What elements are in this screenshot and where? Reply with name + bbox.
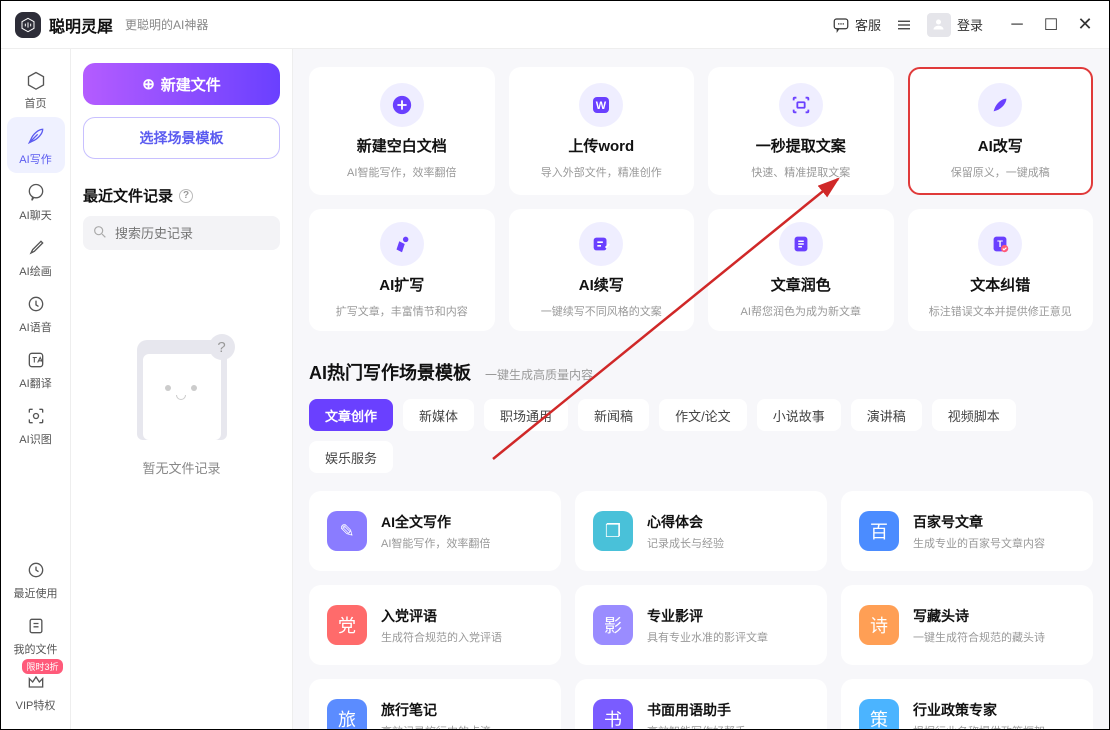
template-icon: 诗 — [859, 605, 899, 645]
word-icon: W — [579, 83, 623, 127]
template-card[interactable]: 影 专业影评具有专业水准的影评文章 — [575, 585, 827, 665]
close-button[interactable]: ✕ — [1075, 15, 1095, 35]
template-card[interactable]: 策 行业政策专家根据行业名称提供政策框架 — [841, 679, 1093, 729]
card-ai-continue[interactable]: AI续写 一键续写不同风格的文案 — [509, 209, 695, 331]
sidebar-vip[interactable]: 限时3折 VIP特权 — [7, 663, 65, 719]
crown-icon — [25, 671, 47, 693]
card-new-doc[interactable]: 新建空白文档 AI智能写作，效率翻倍 — [309, 67, 495, 195]
brush-icon — [25, 237, 47, 259]
card-ai-rewrite[interactable]: AI改写 保留原义，一键成稿 — [908, 67, 1094, 195]
plus-icon: ⊕ — [142, 75, 155, 93]
extract-icon — [779, 83, 823, 127]
search-input[interactable] — [83, 216, 280, 250]
template-card[interactable]: ❐ 心得体会记录成长与经验 — [575, 491, 827, 571]
main-content: 新建空白文档 AI智能写作，效率翻倍 W 上传word 导入外部文件，精准创作 … — [293, 49, 1109, 729]
template-card[interactable]: 党 入党评语生成符合规范的入党评语 — [309, 585, 561, 665]
template-icon: 党 — [327, 605, 367, 645]
tab-5[interactable]: 小说故事 — [757, 399, 841, 431]
menu-icon[interactable] — [895, 16, 913, 34]
tab-6[interactable]: 演讲稿 — [851, 399, 922, 431]
tab-8[interactable]: 娱乐服务 — [309, 441, 393, 473]
support-button[interactable]: 客服 — [832, 15, 881, 34]
tab-7[interactable]: 视频脚本 — [932, 399, 1016, 431]
title-bar: 聪明灵犀 更聪明的AI神器 客服 登录 ─ ☐ ✕ — [1, 1, 1109, 49]
template-card[interactable]: 旅 旅行笔记高效记录旅行中的点滴 — [309, 679, 561, 729]
microphone-icon — [25, 293, 47, 315]
feather-icon — [25, 125, 47, 147]
app-name: 聪明灵犀 — [49, 13, 113, 37]
recent-files-heading: 最近文件记录 ? — [83, 185, 280, 206]
card-polish[interactable]: 文章润色 AI帮您润色为成为新文章 — [708, 209, 894, 331]
doc-lines-icon — [779, 222, 823, 266]
template-icon: 百 — [859, 511, 899, 551]
template-card[interactable]: ✎ AI全文写作AI智能写作，效率翻倍 — [309, 491, 561, 571]
clock-icon — [25, 559, 47, 581]
translate-icon — [25, 349, 47, 371]
discount-badge: 限时3折 — [22, 659, 62, 674]
sidebar-recent[interactable]: 最近使用 — [7, 551, 65, 607]
scan-icon — [25, 405, 47, 427]
pen-expand-icon — [380, 222, 424, 266]
support-label: 客服 — [855, 15, 881, 34]
home-icon — [25, 69, 47, 91]
template-icon: 影 — [593, 605, 633, 645]
sidebar-item-translate[interactable]: AI翻译 — [7, 341, 65, 397]
tagline: 更聪明的AI神器 — [125, 16, 208, 33]
logo: 聪明灵犀 — [15, 12, 113, 38]
empty-state: ? 暂无文件记录 — [83, 340, 280, 477]
doc-check-icon: T — [978, 222, 1022, 266]
template-icon: ❐ — [593, 511, 633, 551]
quill-icon — [978, 83, 1022, 127]
empty-illustration: ? — [137, 340, 227, 440]
mid-card-grid: AI扩写 扩写文章，丰富情节和内容 AI续写 一键续写不同风格的文案 文章润色 … — [309, 209, 1093, 331]
template-tabs: 文章创作新媒体职场通用新闻稿作文/论文小说故事演讲稿视频脚本娱乐服务 — [309, 399, 1093, 473]
svg-text:W: W — [596, 100, 607, 112]
sidebar: 首页 AI写作 AI聊天 AI绘画 AI语音 AI翻译 AI识图 最 — [1, 49, 71, 729]
search-icon — [92, 224, 108, 245]
choose-template-button[interactable]: 选择场景模板 — [83, 117, 280, 159]
plus-circle-icon — [380, 83, 424, 127]
tab-4[interactable]: 作文/论文 — [659, 399, 747, 431]
card-upload-word[interactable]: W 上传word 导入外部文件，精准创作 — [509, 67, 695, 195]
file-icon — [25, 615, 47, 637]
tab-0[interactable]: 文章创作 — [309, 399, 393, 431]
tab-2[interactable]: 职场通用 — [484, 399, 568, 431]
top-card-grid: 新建空白文档 AI智能写作，效率翻倍 W 上传word 导入外部文件，精准创作 … — [309, 67, 1093, 195]
template-card[interactable]: 诗 写藏头诗一键生成符合规范的藏头诗 — [841, 585, 1093, 665]
template-icon: 策 — [859, 699, 899, 729]
minimize-button[interactable]: ─ — [1007, 15, 1027, 35]
sidebar-item-vision[interactable]: AI识图 — [7, 397, 65, 453]
tab-1[interactable]: 新媒体 — [403, 399, 474, 431]
help-icon[interactable]: ? — [179, 189, 193, 203]
maximize-button[interactable]: ☐ — [1041, 15, 1061, 35]
chat-icon — [832, 16, 850, 34]
left-panel: ⊕ 新建文件 选择场景模板 最近文件记录 ? ? 暂无文件记录 — [71, 49, 293, 729]
app-logo-icon — [15, 12, 41, 38]
template-card[interactable]: 书 书面用语助手高效智能写作好帮手 — [575, 679, 827, 729]
card-ai-expand[interactable]: AI扩写 扩写文章，丰富情节和内容 — [309, 209, 495, 331]
avatar-placeholder — [927, 13, 951, 37]
login-button[interactable]: 登录 — [957, 15, 983, 34]
sidebar-item-chat[interactable]: AI聊天 — [7, 173, 65, 229]
sidebar-mydocs[interactable]: 我的文件 — [7, 607, 65, 663]
template-icon: 旅 — [327, 699, 367, 729]
tab-3[interactable]: 新闻稿 — [578, 399, 649, 431]
chat-bubble-icon — [25, 181, 47, 203]
card-extract-text[interactable]: 一秒提取文案 快速、精准提取文案 — [708, 67, 894, 195]
sidebar-item-draw[interactable]: AI绘画 — [7, 229, 65, 285]
new-file-button[interactable]: ⊕ 新建文件 — [83, 63, 280, 105]
template-icon: ✎ — [327, 511, 367, 551]
templates-section-heading: AI热门写作场景模板 一键生成高质量内容 — [309, 359, 1093, 385]
template-grid: ✎ AI全文写作AI智能写作，效率翻倍❐ 心得体会记录成长与经验百 百家号文章生… — [309, 491, 1093, 729]
sidebar-item-audio[interactable]: AI语音 — [7, 285, 65, 341]
sidebar-item-write[interactable]: AI写作 — [7, 117, 65, 173]
template-icon: 书 — [593, 699, 633, 729]
template-card[interactable]: 百 百家号文章生成专业的百家号文章内容 — [841, 491, 1093, 571]
edit-doc-icon — [579, 222, 623, 266]
sidebar-item-home[interactable]: 首页 — [7, 61, 65, 117]
card-correct[interactable]: T 文本纠错 标注错误文本并提供修正意见 — [908, 209, 1094, 331]
